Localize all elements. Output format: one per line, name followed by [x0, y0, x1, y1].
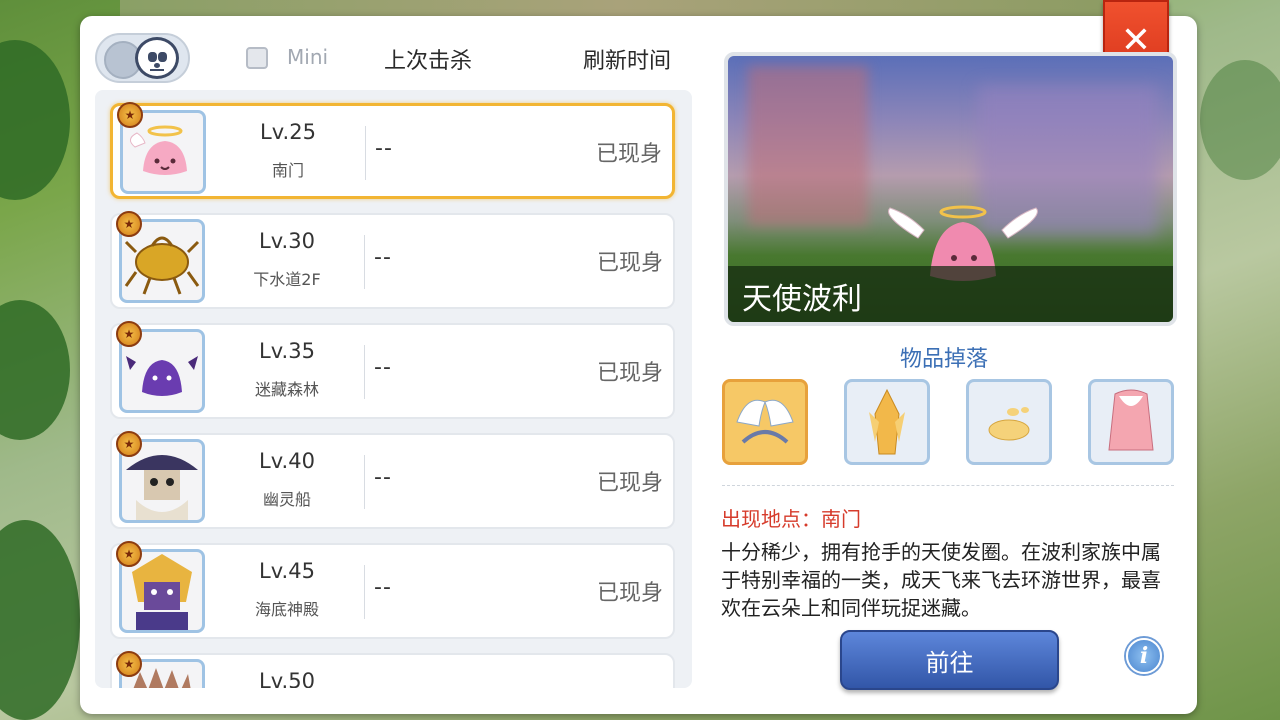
- drop-item-gold-crystal[interactable]: [844, 379, 930, 465]
- last-kill-header: 上次击杀: [384, 49, 473, 74]
- mvp-location: 下水道2F: [253, 270, 321, 289]
- info-icon: i: [1139, 643, 1149, 669]
- mvp-location: 幽灵船: [262, 490, 311, 509]
- mvp-level: Lv.25: [260, 120, 316, 144]
- mvp-row-angel-poring[interactable]: ★ Lv.25 南门 -- 已现身: [110, 102, 675, 199]
- mvp-status: 已现身: [596, 471, 663, 496]
- refresh-time-header: 刷新时间: [583, 49, 672, 74]
- mini-checkbox[interactable]: [246, 47, 268, 69]
- row-divider: [364, 455, 365, 509]
- skull-eye: [158, 52, 167, 62]
- pink-coat-icon: [1108, 389, 1154, 451]
- boss-medal-icon: ★: [116, 431, 142, 457]
- drop-item-jellopy[interactable]: [966, 379, 1052, 465]
- mvp-status: 已现身: [596, 581, 663, 606]
- section-divider: [722, 485, 1174, 486]
- mvp-level: Lv.30: [259, 229, 315, 253]
- boss-medal-icon: ★: [116, 651, 142, 677]
- boss-medal-icon: ★: [117, 102, 143, 128]
- background-tree: [0, 520, 80, 720]
- gold-crystal-icon: [869, 388, 905, 455]
- drop-item-pink-coat[interactable]: [1088, 379, 1174, 465]
- mvp-last-kill: --: [375, 136, 393, 161]
- preview-background: [748, 66, 868, 226]
- mvp-status: 已现身: [596, 361, 663, 386]
- mvp-location: 海底神殿: [254, 600, 319, 619]
- info-button[interactable]: i: [1126, 638, 1162, 674]
- boss-medal-icon: ★: [116, 321, 142, 347]
- mvp-row-golden-thief-bug[interactable]: ★ Lv.30 下水道2F -- 已现身: [110, 211, 675, 309]
- mvp-last-kill: --: [374, 465, 392, 490]
- skull-nose: [154, 63, 160, 68]
- mvp-list[interactable]: ★ Lv.25 南门 -- 已现身 ★ Lv.30 下水道2F -- 已现身 ★…: [95, 90, 692, 688]
- boss-medal-icon: ★: [116, 541, 142, 567]
- monster-description: 十分稀少，拥有抢手的天使发圈。在波利家族中属于特别幸福的一类，成天飞来飞去环游世…: [721, 540, 1161, 620]
- mvp-row-partial[interactable]: ★ Lv.50: [110, 651, 675, 688]
- mini-label: Mini: [287, 45, 329, 69]
- mvp-location: 南门: [271, 161, 304, 180]
- mvp-last-kill: --: [374, 575, 392, 600]
- drop-item-angel-wing-headband[interactable]: [722, 379, 808, 465]
- skull-eye: [148, 52, 157, 62]
- drops-title: 物品掉落: [900, 347, 989, 372]
- row-divider: [364, 345, 365, 399]
- mvp-status: 已现身: [595, 142, 662, 167]
- mvp-level: Lv.50: [259, 669, 315, 688]
- monster-preview: 天使波利: [724, 52, 1177, 326]
- row-divider: [365, 126, 366, 180]
- mvp-location: 迷藏森林: [254, 380, 319, 399]
- mvp-status: 已现身: [596, 251, 663, 276]
- row-divider: [364, 565, 365, 619]
- monster-name-bar: 天使波利: [728, 266, 1173, 322]
- mvp-row-strouf[interactable]: ★ Lv.45 海底神殿 -- 已现身: [110, 541, 675, 639]
- background-tree: [0, 40, 70, 200]
- row-divider: [364, 235, 365, 289]
- go-button[interactable]: 前往: [840, 630, 1059, 690]
- mvp-last-kill: --: [374, 355, 392, 380]
- skull-teeth: [150, 69, 164, 75]
- mvp-level: Lv.45: [259, 559, 315, 583]
- background-tree: [1200, 60, 1280, 180]
- mvp-level: Lv.35: [259, 339, 315, 363]
- mvp-level: Lv.40: [259, 449, 315, 473]
- mvp-row-drake[interactable]: ★ Lv.40 幽灵船 -- 已现身: [110, 431, 675, 529]
- mvp-mode-toggle[interactable]: [95, 33, 190, 83]
- monster-name: 天使波利: [742, 282, 862, 317]
- mvp-row-deviling[interactable]: ★ Lv.35 迷藏森林 -- 已现身: [110, 321, 675, 419]
- boss-medal-icon: ★: [116, 211, 142, 237]
- background-tree: [0, 300, 70, 440]
- jellopy-icon: [988, 407, 1030, 441]
- spawn-location: 出现地点：南门: [721, 507, 861, 531]
- mvp-last-kill: --: [374, 245, 392, 270]
- angel-wing-headband-icon: [736, 399, 794, 444]
- skull-icon: [135, 37, 179, 79]
